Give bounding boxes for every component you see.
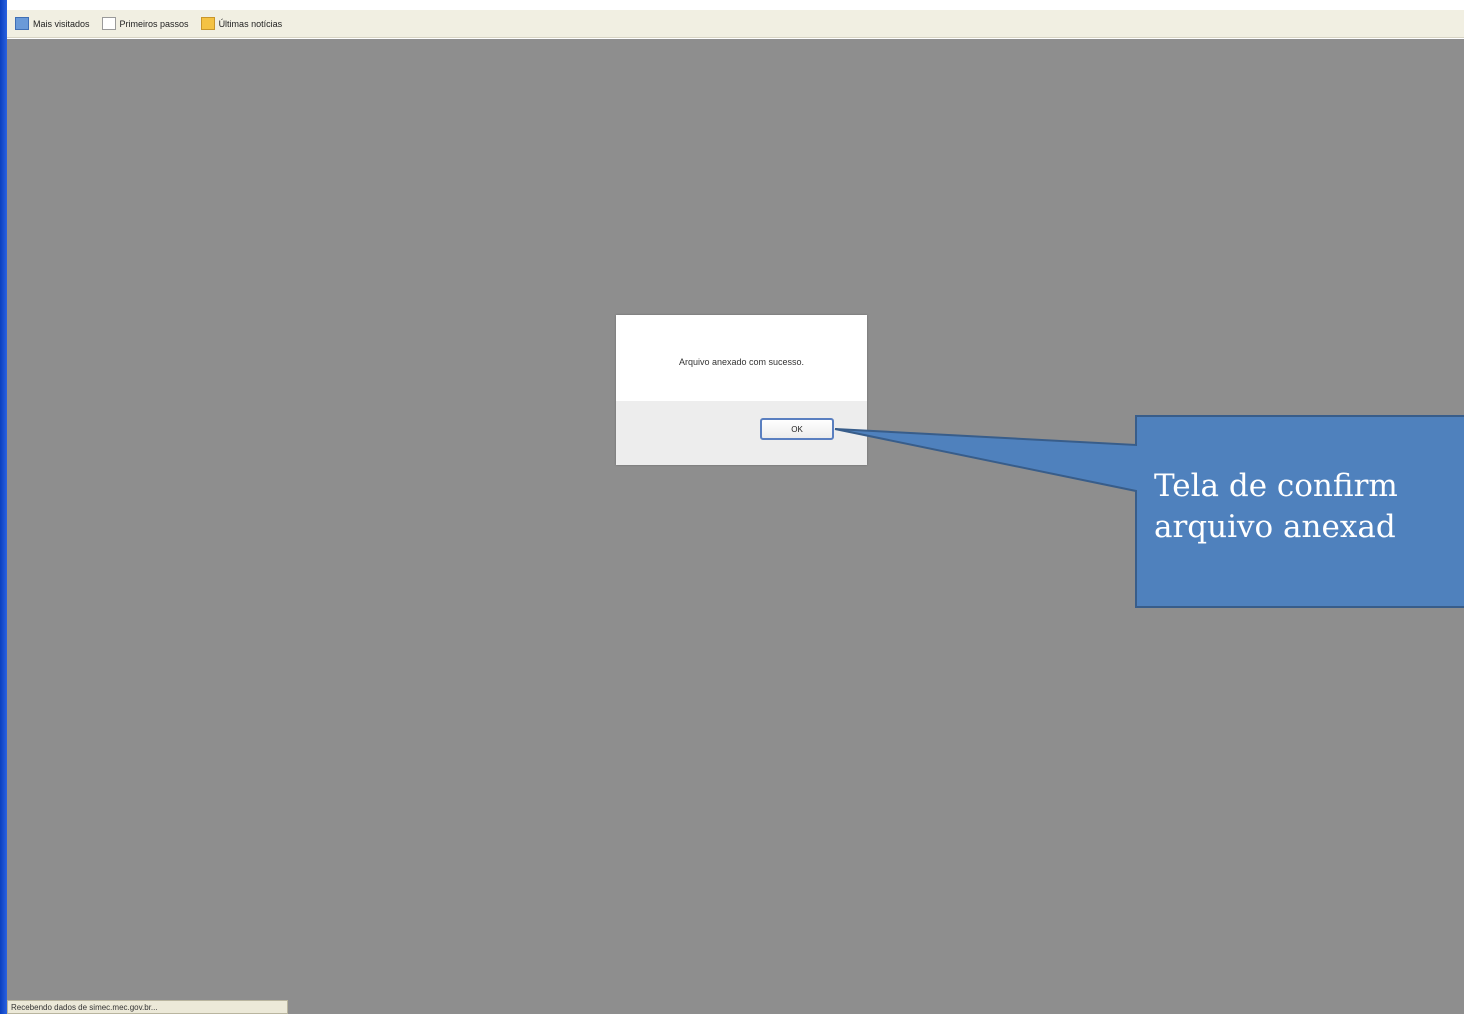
browser-window: Mais visitados Primeiros passos Últimas … — [0, 0, 1464, 1014]
callout-line-1: Tela de confirm — [1154, 468, 1398, 504]
ok-button[interactable]: OK — [760, 418, 834, 440]
page-icon — [101, 17, 116, 30]
dialog-message: Arquivo anexado com sucesso. — [678, 357, 805, 367]
callout-line-2: arquivo anexad — [1154, 509, 1396, 545]
bookmark-getting-started[interactable]: Primeiros passos — [98, 17, 193, 30]
callout-text: Tela de confirm arquivo anexad — [1154, 466, 1464, 548]
bookmark-most-visited[interactable]: Mais visitados — [11, 17, 94, 30]
bookmarks-toolbar: Mais visitados Primeiros passos Últimas … — [7, 10, 1464, 38]
bookmark-label: Mais visitados — [33, 18, 90, 29]
bookmark-label: Últimas notícias — [218, 18, 283, 29]
dialog-footer: OK — [616, 401, 867, 465]
bookmark-label: Primeiros passos — [119, 18, 189, 29]
status-bar: Recebendo dados de simec.mec.gov.br... — [7, 1000, 288, 1014]
globe-icon — [15, 17, 29, 30]
bookmark-latest-news[interactable]: Últimas notícias — [197, 17, 287, 30]
window-left-edge — [0, 0, 7, 1014]
feed-icon — [200, 17, 215, 30]
confirmation-dialog: Arquivo anexado com sucesso. OK — [616, 315, 867, 465]
